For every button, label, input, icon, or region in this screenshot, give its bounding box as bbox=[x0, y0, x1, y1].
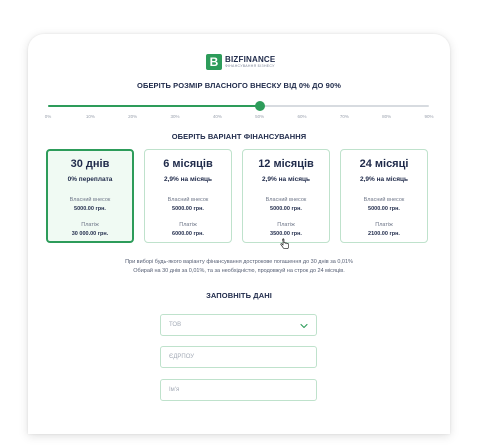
plan-payment-value: 6000.00 грн. bbox=[172, 231, 204, 237]
plan-own-contribution-label: Власний внесок bbox=[167, 197, 209, 203]
plan-own-contribution-label: Власний внесок bbox=[69, 197, 111, 203]
bizfinance-logo-icon: B bbox=[206, 54, 222, 70]
edrpou-placeholder: ЄДРПОУ bbox=[169, 354, 195, 360]
hand-pointer-icon bbox=[280, 238, 289, 249]
edrpou-input[interactable]: ЄДРПОУ bbox=[160, 346, 317, 368]
slider-tick-label: 90% bbox=[424, 114, 434, 119]
contribution-heading: ОБЕРІТЬ РОЗМІР ВЛАСНОГО ВНЕСКУ ВІД 0% ДО… bbox=[137, 81, 341, 90]
slider-thumb[interactable] bbox=[254, 101, 265, 111]
plan-rate: 2,9% на місяць bbox=[164, 176, 212, 183]
plan-options: 30 днів 0% переплата Власний внесок 5000.00… bbox=[46, 149, 432, 245]
plan-option[interactable]: 6 місяців 2,9% на місяць Власний внесок 500… bbox=[144, 149, 232, 243]
plan-title: 24 місяці bbox=[359, 158, 409, 170]
logo: B BIZFINANCE ФІНАНСУВАННЯ БІЗНЕСУ bbox=[206, 52, 275, 72]
plan-option[interactable]: 12 місяців 2,9% на місяць Власний внесок 50… bbox=[242, 149, 330, 243]
early-repayment-note-line2: Обирай на 30 днів за 0,01%, та за необхі… bbox=[133, 268, 345, 274]
plan-rate: 2,9% на місяць bbox=[360, 176, 408, 183]
plan-payment-value: 30 000.00 грн. bbox=[71, 231, 109, 237]
bottom-fade bbox=[28, 406, 450, 434]
plan-own-contribution-value: 5000.00 грн. bbox=[172, 206, 204, 212]
plan-own-contribution-label: Власний внесок bbox=[363, 197, 405, 203]
logo-tagline: ФІНАНСУВАННЯ БІЗНЕСУ bbox=[225, 63, 275, 68]
plan-option[interactable]: 24 місяці 2,9% на місяць Власний внесок 500… bbox=[340, 149, 428, 243]
name-input[interactable]: Ім'я bbox=[160, 379, 317, 401]
plan-payment-label: Платіж bbox=[375, 222, 393, 228]
plan-payment-label: Платіж bbox=[179, 222, 197, 228]
slider-tick-label: 40% bbox=[212, 114, 222, 119]
plan-own-contribution-label: Власний внесок bbox=[265, 197, 307, 203]
chevron-down-icon bbox=[300, 323, 308, 329]
slider-tick-label: 30% bbox=[170, 114, 180, 119]
plan-rate: 0% переплата bbox=[67, 176, 113, 183]
plan-rate: 2,9% на місяць bbox=[262, 176, 310, 183]
plan-title: 30 днів bbox=[70, 158, 110, 170]
plan-payment-value: 3500.00 грн. bbox=[270, 231, 302, 237]
plan-payment-label: Платіж bbox=[277, 222, 295, 228]
financing-heading: ОБЕРІТЬ ВАРІАНТ ФІНАНСУВАННЯ bbox=[171, 132, 307, 141]
name-placeholder: Ім'я bbox=[169, 387, 180, 393]
main-card: B BIZFINANCE ФІНАНСУВАННЯ БІЗНЕСУ ОБЕРІТ… bbox=[28, 34, 450, 434]
slider-tick-label: 10% bbox=[85, 114, 95, 119]
slider-fill bbox=[48, 105, 260, 107]
slider-tick-label: 60% bbox=[297, 114, 307, 119]
plan-own-contribution-value: 5000.00 грн. bbox=[368, 206, 400, 212]
plan-own-contribution-value: 5000.00 грн. bbox=[270, 206, 302, 212]
company-type-select[interactable]: ТОВ bbox=[160, 314, 317, 336]
plan-title: 6 місяців bbox=[163, 158, 213, 170]
company-type-value: ТОВ bbox=[169, 322, 182, 328]
plan-title: 12 місяців bbox=[258, 158, 314, 170]
slider-tick-label: 0% bbox=[44, 114, 52, 119]
logo-name: BIZFINANCE bbox=[225, 54, 276, 64]
early-repayment-note-line1: При виборі будь-якого варіанту фінансува… bbox=[125, 259, 353, 265]
plan-option[interactable]: 30 днів 0% переплата Власний внесок 5000.00… bbox=[46, 149, 134, 243]
plan-payment-label: Платіж bbox=[81, 222, 99, 228]
slider-tick-label: 50% bbox=[255, 114, 265, 119]
plan-own-contribution-value: 5000.00 грн. bbox=[74, 206, 106, 212]
form-heading: ЗАПОВНІТЬ ДАНІ bbox=[206, 291, 272, 300]
slider-tick-label: 80% bbox=[382, 114, 392, 119]
plan-payment-value: 2100.00 грн. bbox=[368, 231, 400, 237]
slider-tick-label: 70% bbox=[339, 114, 349, 119]
slider-tick-label: 20% bbox=[128, 114, 138, 119]
contribution-slider[interactable] bbox=[48, 101, 429, 111]
